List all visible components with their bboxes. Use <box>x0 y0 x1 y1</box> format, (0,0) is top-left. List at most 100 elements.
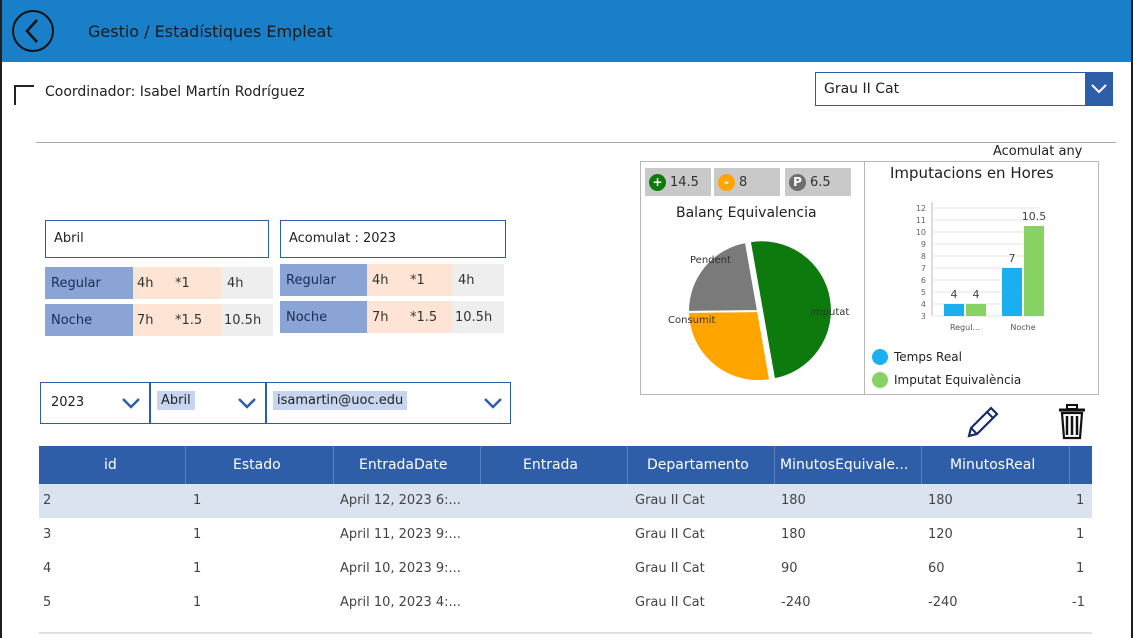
bar-y-tick-label: 4 <box>921 300 926 309</box>
p-circle-icon: P <box>789 173 806 191</box>
year-dropdown-value: 2023 <box>51 395 85 410</box>
minus-badge-value: 8 <box>739 174 748 190</box>
month-regular-calc: 4h *1 <box>133 267 221 299</box>
header-bar: Gestio / Estadístiques Empleat <box>2 0 1131 62</box>
email-dropdown[interactable]: isamartin@uoc.edu <box>266 382 511 424</box>
chevron-down-icon[interactable] <box>237 393 257 413</box>
bar-imputat-equivalència-1 <box>1024 226 1044 316</box>
cell-id: 2 <box>43 493 52 508</box>
table-row[interactable]: 5 1 April 10, 2023 4:... Grau II Cat -24… <box>39 586 1092 620</box>
cell-id: 5 <box>43 595 52 610</box>
edit-pencil-icon[interactable] <box>963 404 999 442</box>
pie-label-consumit: Consumit <box>668 315 716 326</box>
trash-icon[interactable] <box>1058 404 1086 440</box>
p-badge-value: 6.5 <box>810 174 831 190</box>
month-regular-hours: 4h <box>137 275 154 291</box>
cell-id: 3 <box>43 527 52 542</box>
cell-extra: 1 <box>1076 561 1085 576</box>
cell-minutos-real: -240 <box>928 595 958 610</box>
cell-estado: 1 <box>193 561 202 576</box>
bar-chart-title: Imputacions en Hores <box>890 164 1054 182</box>
cell-minutos-real: 120 <box>928 527 953 542</box>
column-separator <box>921 446 922 484</box>
page-title: Gestio / Estadístiques Empleat <box>88 22 333 41</box>
bar-imputat-equivalència-0 <box>966 304 986 316</box>
bar-temps-real-1 <box>1002 268 1022 316</box>
legend-imputat-swatch <box>872 372 888 388</box>
cell-minutos-real: 60 <box>928 561 945 576</box>
chevron-left-icon <box>25 19 38 43</box>
legend-temps-real-swatch <box>872 349 888 365</box>
cell-estado: 1 <box>193 493 202 508</box>
column-header-estado[interactable]: Estado <box>233 457 281 473</box>
cell-estado: 1 <box>193 595 202 610</box>
coordinator-label: Coordinador: Isabel Martín Rodríguez <box>45 84 305 100</box>
column-header-minutos-real[interactable]: MinutosReal <box>950 457 1035 473</box>
year-dropdown[interactable]: 2023 <box>40 382 150 424</box>
legend-temps-real-label: Temps Real <box>894 350 962 364</box>
frame-border-left <box>0 0 2 638</box>
cell-departamento: Grau II Cat <box>635 561 705 576</box>
month-noche-factor: *1.5 <box>175 312 203 328</box>
bar-y-tick-label: 6 <box>921 276 926 285</box>
month-title-box: Abril <box>45 220 269 258</box>
year-regular-factor: *1 <box>410 272 425 288</box>
legend-temps-real: Temps Real <box>872 349 962 365</box>
column-header-entrada[interactable]: Entrada <box>523 457 578 473</box>
category-select-value: Grau II Cat <box>824 81 900 97</box>
cell-departamento: Grau II Cat <box>635 493 705 508</box>
chevron-down-icon[interactable] <box>1085 73 1112 105</box>
back-button[interactable] <box>12 10 54 52</box>
chevron-down-icon[interactable] <box>483 393 503 413</box>
column-header-id[interactable]: id <box>104 457 117 473</box>
month-dropdown[interactable]: Abril <box>150 382 266 424</box>
year-noche-factor: *1.5 <box>410 309 438 325</box>
month-noche-label: Noche <box>45 304 133 336</box>
category-select[interactable]: Grau II Cat <box>815 72 1113 106</box>
table-scrollbar[interactable] <box>39 632 1092 634</box>
table-row[interactable]: 4 1 April 10, 2023 9:... Grau II Cat 90 … <box>39 552 1092 586</box>
year-title: Acomulat : 2023 <box>289 231 397 246</box>
bar-y-tick-label: 8 <box>921 252 926 261</box>
pie-label-pendent: Pendent <box>690 255 731 266</box>
year-noche-label: Noche <box>280 301 367 333</box>
bar-y-tick-label: 12 <box>916 204 926 213</box>
table-header: id Estado EntradaDate Entrada Departamen… <box>39 446 1092 484</box>
column-header-entradadate[interactable]: EntradaDate <box>359 457 447 473</box>
bar-category-label: Regul... <box>950 323 980 332</box>
bar-chart: 3 4 5 6 7 8 9 10 11 12 4 4 Regul... 7 10.5 Noche <box>916 202 1046 332</box>
legend-imputat-label: Imputat Equivalència <box>894 373 1022 387</box>
legend-imputat-equivalencia: Imputat Equivalència <box>872 372 1021 388</box>
chevron-down-icon[interactable] <box>121 393 141 413</box>
coordinator-checkbox[interactable] <box>14 85 34 105</box>
cell-extra: 1 <box>1076 493 1085 508</box>
year-regular-result: 4h <box>452 264 504 296</box>
month-noche-result: 10.5h <box>221 304 273 336</box>
cell-minutos-equivalencia: 180 <box>781 527 806 542</box>
column-separator <box>333 446 334 484</box>
cell-entradadate: April 12, 2023 6:... <box>340 493 461 508</box>
year-regular-hours: 4h <box>372 272 389 288</box>
year-regular-calc: 4h *1 <box>367 264 452 296</box>
column-header-minutos-equivalencia[interactable]: MinutosEquivale... <box>780 457 908 473</box>
cell-extra: -1 <box>1072 595 1085 610</box>
column-separator <box>627 446 628 484</box>
bar-y-tick-label: 11 <box>916 216 926 225</box>
bar-y-tick-label: 7 <box>921 264 926 273</box>
table-row[interactable]: 2 1 April 12, 2023 6:... Grau II Cat 180… <box>39 484 1092 518</box>
bar-y-tick-label: 10 <box>916 228 926 237</box>
column-separator <box>774 446 775 484</box>
cell-minutos-real: 180 <box>928 493 953 508</box>
plus-badge: + 14.5 <box>645 168 711 196</box>
table-row[interactable]: 3 1 April 11, 2023 9:... Grau II Cat 180… <box>39 518 1092 552</box>
bar-y-tick-label: 3 <box>921 312 926 321</box>
cell-entradadate: April 10, 2023 9:... <box>340 561 461 576</box>
cell-estado: 1 <box>193 527 202 542</box>
pie-label-imputat: Imputat <box>810 307 849 318</box>
year-regular-label: Regular <box>280 264 367 296</box>
bar-category-label: Noche <box>1010 323 1035 332</box>
year-noche-result: 10.5h <box>452 301 504 333</box>
acomulat-any-label: Acomulat any <box>993 144 1083 159</box>
column-header-departamento[interactable]: Departamento <box>647 457 749 473</box>
cell-entradadate: April 10, 2023 4:... <box>340 595 461 610</box>
